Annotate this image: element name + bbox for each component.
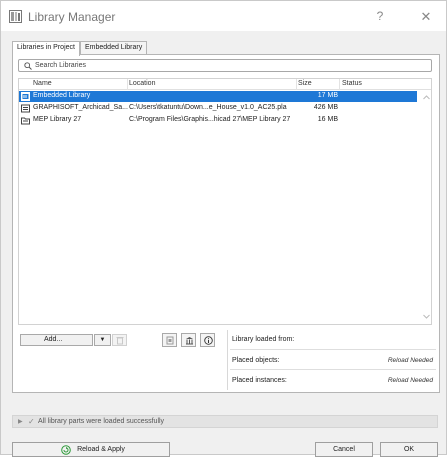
close-button[interactable]: ✕	[418, 9, 434, 25]
row-location: C:\Program Files\Graphis...hicad 27\MEP …	[129, 116, 291, 123]
window-title: Library Manager	[28, 10, 116, 24]
add-button-label: Add...	[44, 336, 63, 343]
library-actions-area: Add... ▼ Library loaded from: Placed obj…	[18, 327, 438, 391]
library-archive-icon	[185, 336, 194, 347]
scroll-up-arrow-icon[interactable]	[422, 93, 431, 102]
library-info-button[interactable]	[200, 333, 215, 347]
row-size: 16 MB	[317, 116, 338, 123]
column-header-status[interactable]: Status	[342, 80, 362, 87]
column-separator	[127, 79, 128, 90]
embedded-library-icon	[21, 92, 30, 101]
add-library-button[interactable]: Add...	[20, 334, 93, 346]
placed-objects-label: Placed objects:	[232, 357, 280, 364]
placed-instances-label: Placed instances:	[232, 377, 287, 384]
folder-library-icon	[21, 116, 30, 125]
placed-instances-value: Reload Needed	[387, 377, 433, 384]
column-header-size[interactable]: Size	[298, 80, 312, 87]
archive-library-icon	[21, 104, 30, 113]
table-row[interactable]: GRAPHISOFT_Archicad_Sa... C:\Users\tkatu…	[19, 103, 417, 114]
library-settings-button[interactable]	[162, 333, 177, 347]
column-separator	[339, 79, 340, 90]
row-name: MEP Library 27	[33, 116, 82, 123]
table-header: Name Location Size Status	[19, 79, 431, 90]
row-size: 426 MB	[313, 104, 338, 111]
scroll-down-arrow-icon[interactable]	[422, 312, 431, 321]
placed-objects-value: Reload Needed	[387, 357, 433, 364]
library-loaded-from-label: Library loaded from:	[232, 336, 295, 343]
info-divider	[230, 369, 436, 370]
tab-libraries-in-project[interactable]: Libraries in Project	[12, 41, 80, 56]
table-row[interactable]: MEP Library 27 C:\Program Files\Graphis.…	[19, 115, 417, 126]
column-header-location[interactable]: Location	[129, 80, 155, 87]
row-name: GRAPHISOFT_Archicad_Sa...	[33, 104, 128, 111]
info-divider	[230, 349, 436, 350]
status-bar: ▶ ✓ All library parts were loaded succes…	[12, 415, 438, 428]
search-input[interactable]: Search Libraries	[18, 59, 432, 72]
ok-label: OK	[403, 446, 415, 453]
vertical-divider	[227, 330, 228, 390]
search-placeholder: Search Libraries	[35, 62, 86, 69]
row-size: 17 MB	[317, 92, 338, 99]
libraries-table: Name Location Size Status Embedded Libra…	[18, 78, 432, 325]
column-separator	[296, 79, 297, 90]
libraries-panel: Search Libraries Name Location Size Stat…	[12, 54, 440, 393]
tab-embedded-library[interactable]: Embedded Library	[80, 41, 148, 55]
trash-icon	[116, 336, 124, 347]
status-message: All library parts were loaded successful…	[38, 418, 165, 425]
help-button[interactable]: ?	[373, 9, 387, 25]
library-archive-button[interactable]	[181, 333, 196, 347]
search-icon	[24, 62, 32, 70]
table-row[interactable]: Embedded Library 17 MB	[19, 91, 417, 102]
expand-arrow-icon[interactable]: ▶	[18, 418, 23, 425]
info-icon	[204, 336, 213, 347]
library-settings-icon	[166, 336, 175, 347]
row-name: Embedded Library	[33, 92, 91, 99]
column-header-name[interactable]: Name	[33, 80, 52, 87]
library-manager-window: Library Manager ? ✕ Libraries in Project…	[0, 0, 447, 457]
check-icon: ✓	[28, 417, 35, 426]
library-manager-icon	[9, 10, 22, 23]
remove-library-button[interactable]	[112, 334, 127, 346]
cancel-label: Cancel	[333, 446, 355, 453]
reload-apply-label: Reload & Apply	[77, 446, 125, 453]
add-dropdown-button[interactable]: ▼	[94, 334, 111, 346]
row-location: C:\Users\tkatuntu\Down...e_House_v1.0_AC…	[129, 104, 287, 111]
title-bar: Library Manager ? ✕	[1, 1, 446, 31]
